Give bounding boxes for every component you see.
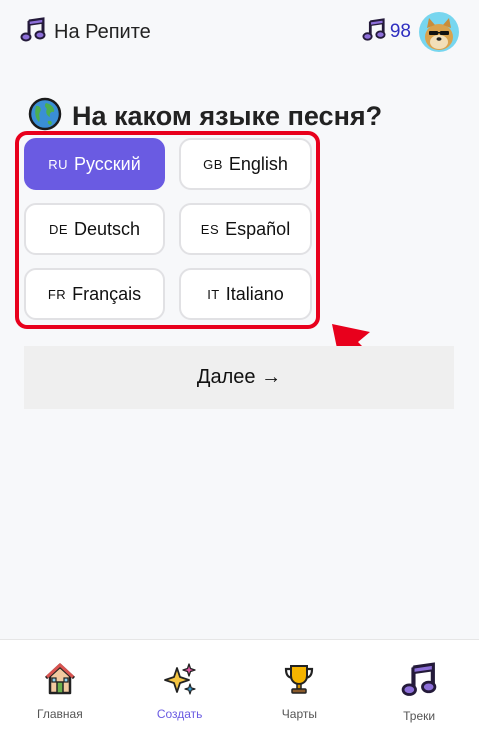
language-code: FR — [47, 286, 67, 302]
language-code: RU — [48, 156, 68, 172]
language-code: IT — [207, 286, 220, 302]
language-option-gb[interactable]: GB English — [179, 138, 312, 190]
brand-title: На Репите — [54, 20, 151, 43]
language-label: Français — [72, 283, 142, 304]
language-option-fr[interactable]: FR Français — [24, 268, 165, 320]
language-option-de[interactable]: DE Deutsch — [24, 203, 165, 255]
language-code: DE — [48, 221, 68, 237]
language-label: English — [228, 153, 288, 174]
language-label: Deutsch — [74, 218, 141, 239]
nav-item-create[interactable]: Создать — [120, 640, 240, 737]
points-value: 98 — [389, 21, 411, 42]
language-option-it[interactable]: IT Italiano — [179, 268, 312, 320]
trophy-icon — [282, 662, 316, 701]
app-root: На Репите 98 На каком языке песня? RU Ру… — [0, 0, 479, 737]
bottom-nav: Главная Создать Чарты Треки — [0, 639, 479, 737]
music-note-icon — [20, 16, 46, 48]
question-heading: На каком языке песня? — [28, 96, 382, 136]
nav-label: Чарты — [281, 707, 317, 721]
question-text: На каком языке песня? — [72, 100, 383, 131]
brand[interactable]: На Репите — [20, 16, 151, 48]
sparkles-icon — [163, 662, 197, 701]
language-option-es[interactable]: ES Español — [179, 203, 312, 255]
avatar[interactable] — [419, 12, 459, 52]
nav-label: Главная — [37, 707, 83, 721]
header-right: 98 — [362, 12, 459, 52]
doge-avatar-icon — [425, 18, 453, 50]
language-code: GB — [203, 156, 223, 172]
next-button[interactable]: Далее → — [24, 346, 454, 409]
nav-item-home[interactable]: Главная — [0, 640, 120, 737]
language-code: ES — [200, 221, 220, 237]
house-icon — [43, 662, 77, 701]
nav-label: Треки — [403, 709, 436, 723]
nav-label: Создать — [156, 707, 203, 721]
nav-item-charts[interactable]: Чарты — [240, 640, 360, 737]
language-label: Español — [225, 218, 291, 239]
nav-item-tracks[interactable]: Треки — [359, 640, 479, 737]
language-options: RU Русский GB English DE Deutsch ES Espa… — [24, 138, 312, 320]
language-label: Русский — [73, 153, 141, 174]
music-note-icon — [362, 17, 386, 47]
language-option-ru[interactable]: RU Русский — [24, 138, 165, 190]
globe-icon — [28, 97, 62, 136]
language-label: Italiano — [225, 283, 284, 304]
header: На Репите 98 — [0, 0, 479, 64]
points-counter: 98 — [362, 17, 411, 47]
music-note-icon — [401, 662, 437, 703]
